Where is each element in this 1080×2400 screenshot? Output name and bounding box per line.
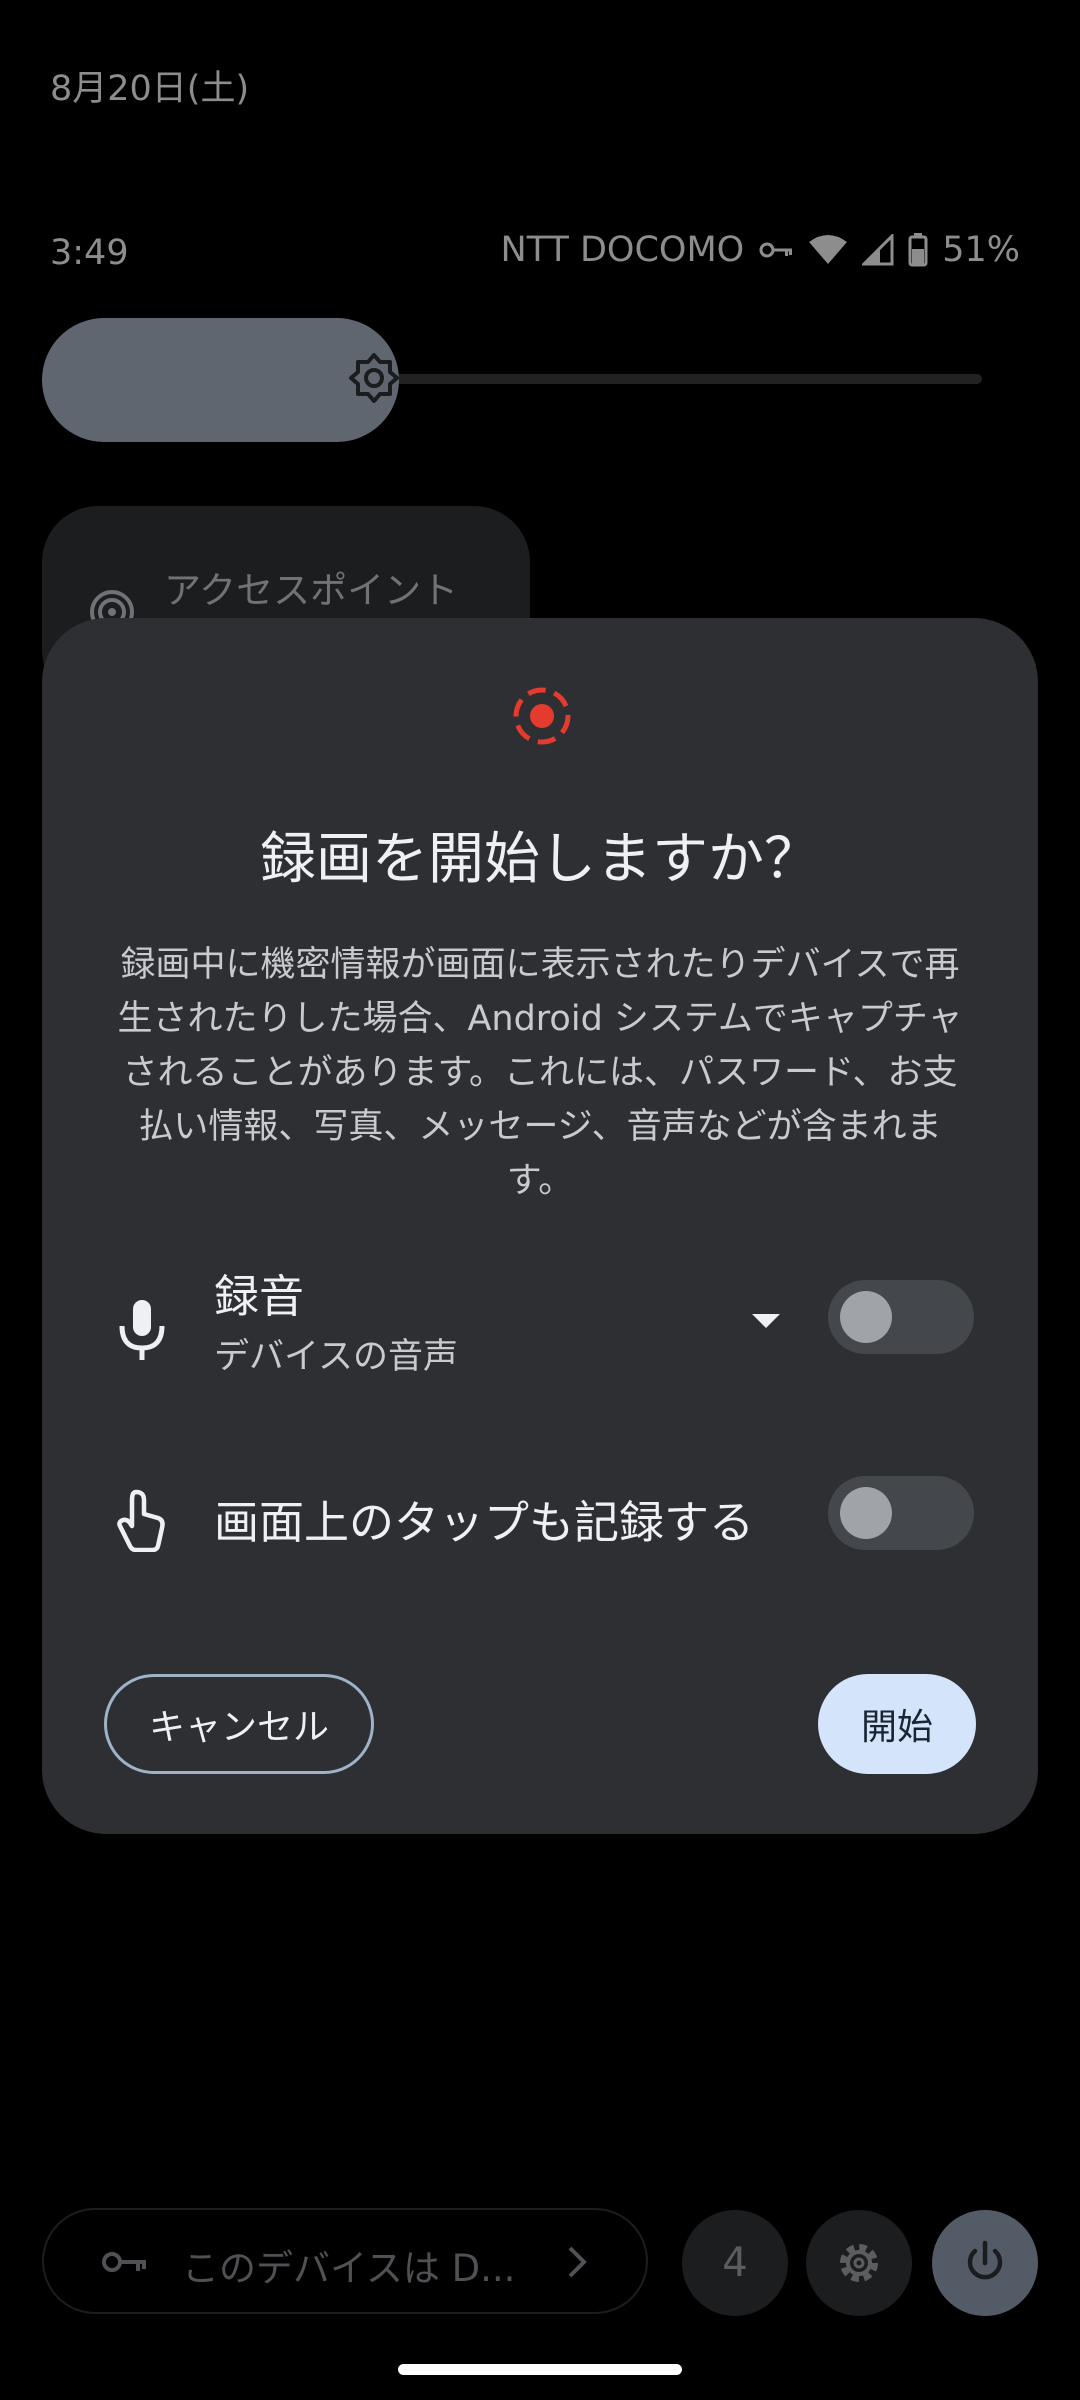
settings-button[interactable] (806, 2210, 912, 2316)
gear-icon (840, 2244, 878, 2282)
dropdown-arrow-icon[interactable] (748, 1310, 784, 1332)
date-text: 8月20日(土) (50, 69, 250, 109)
taps-label: 画面上のタップも記録する (214, 1496, 755, 1549)
brightness-icon (349, 353, 399, 403)
clock-text: 3:49 (50, 233, 129, 273)
device-info-pill[interactable]: このデバイスは D... (42, 2208, 648, 2314)
audio-toggle-knob (840, 1291, 892, 1343)
microphone-icon (119, 1300, 165, 1360)
cancel-button[interactable]: キャンセル (104, 1674, 374, 1774)
audio-option-row[interactable]: 録音 デバイスの音声 (42, 1256, 1038, 1384)
screen-record-dialog: 録画を開始しますか？ 録画中に機密情報が画面に表示されたりデバイスで再生されたり… (42, 618, 1038, 1834)
audio-title: 録音 (214, 1270, 305, 1323)
device-info-text: このデバイスは D... (182, 2247, 516, 2290)
battery-percent: 51% (942, 230, 1020, 270)
vpn-key-icon (102, 2252, 146, 2272)
user-count-button[interactable]: 4 (682, 2210, 788, 2316)
dialog-body: 録画中に機密情報が画面に表示されたりデバイスで再生されたりした場合、Androi… (117, 945, 963, 1201)
signal-icon (862, 234, 894, 266)
taps-toggle-knob (840, 1487, 892, 1539)
wifi-icon (809, 235, 848, 264)
touch-icon (117, 1489, 165, 1552)
screen: 8月20日(土) 3:49 NTT DOCOMO 51% アクセスポイント 録画… (0, 0, 1080, 2400)
audio-toggle[interactable] (828, 1280, 974, 1354)
brightness-slider[interactable] (42, 318, 399, 442)
carrier-text: NTT DOCOMO (500, 230, 745, 270)
battery-icon (908, 233, 928, 267)
status-icons: NTT DOCOMO 51% (501, 230, 1020, 270)
taps-toggle[interactable] (828, 1476, 974, 1550)
dialog-title: 録画を開始しますか？ (260, 827, 820, 892)
audio-source[interactable]: デバイスの音声 (214, 1328, 458, 1379)
screen-record-icon (513, 687, 571, 745)
power-button[interactable] (932, 2210, 1038, 2316)
chevron-right-icon (568, 2246, 587, 2278)
vpn-key-icon (759, 242, 793, 258)
power-icon (967, 2240, 1003, 2280)
start-button[interactable]: 開始 (818, 1674, 976, 1774)
taps-option-row[interactable]: 画面上のタップも記録する (42, 1458, 1038, 1568)
hotspot-label: アクセスポイント (164, 569, 459, 612)
navigation-handle[interactable] (398, 2364, 682, 2375)
